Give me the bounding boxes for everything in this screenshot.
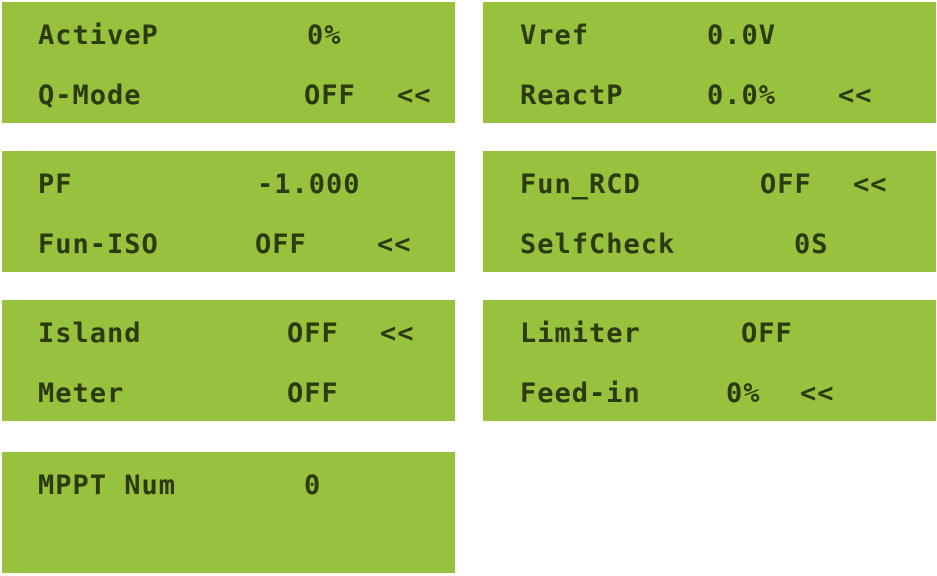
selection-marker: << bbox=[838, 80, 873, 111]
label-mppt-num: MPPT Num bbox=[38, 470, 177, 501]
label-island: Island bbox=[38, 318, 142, 349]
label-pf: PF bbox=[38, 169, 73, 200]
value-fun-iso: OFF bbox=[255, 229, 307, 260]
value-reactp: 0.0% bbox=[707, 80, 777, 111]
value-q-mode: OFF bbox=[304, 80, 356, 111]
label-vref: Vref bbox=[520, 20, 590, 51]
lcd-screen-limiter: Limiter OFF Feed-in 0% << bbox=[483, 300, 936, 421]
label-selfcheck: SelfCheck bbox=[520, 229, 676, 260]
lcd-screen-activep: ActiveP 0% Q-Mode OFF << bbox=[2, 2, 455, 123]
lcd-screen-pf: PF -1.000 Fun-ISO OFF << bbox=[2, 151, 455, 272]
lcd-screen-fun-rcd: Fun_RCD OFF << SelfCheck 0S bbox=[483, 151, 936, 272]
value-island: OFF bbox=[287, 318, 339, 349]
value-feed-in: 0% bbox=[726, 378, 761, 409]
value-meter: OFF bbox=[287, 378, 339, 409]
label-limiter: Limiter bbox=[520, 318, 641, 349]
value-vref: 0.0V bbox=[707, 20, 777, 51]
value-limiter: OFF bbox=[741, 318, 793, 349]
label-fun-iso: Fun-ISO bbox=[38, 229, 159, 260]
label-meter: Meter bbox=[38, 378, 125, 409]
selection-marker: << bbox=[380, 318, 415, 349]
lcd-screen-mppt-num: MPPT Num 0 bbox=[2, 452, 455, 573]
value-activep: 0% bbox=[307, 20, 342, 51]
selection-marker: << bbox=[853, 169, 888, 200]
lcd-screen-island: Island OFF << Meter OFF bbox=[2, 300, 455, 421]
selection-marker: << bbox=[377, 229, 412, 260]
label-feed-in: Feed-in bbox=[520, 378, 641, 409]
label-reactp: ReactP bbox=[520, 80, 624, 111]
value-mppt-num: 0 bbox=[304, 470, 322, 501]
label-q-mode: Q-Mode bbox=[38, 80, 142, 111]
selection-marker: << bbox=[800, 378, 835, 409]
value-fun-rcd: OFF bbox=[760, 169, 812, 200]
selection-marker: << bbox=[397, 80, 432, 111]
value-pf: -1.000 bbox=[257, 169, 361, 200]
value-selfcheck: 0S bbox=[794, 229, 829, 260]
lcd-screen-vref: Vref 0.0V ReactP 0.0% << bbox=[483, 2, 936, 123]
label-activep: ActiveP bbox=[38, 20, 159, 51]
label-fun-rcd: Fun_RCD bbox=[520, 169, 641, 200]
